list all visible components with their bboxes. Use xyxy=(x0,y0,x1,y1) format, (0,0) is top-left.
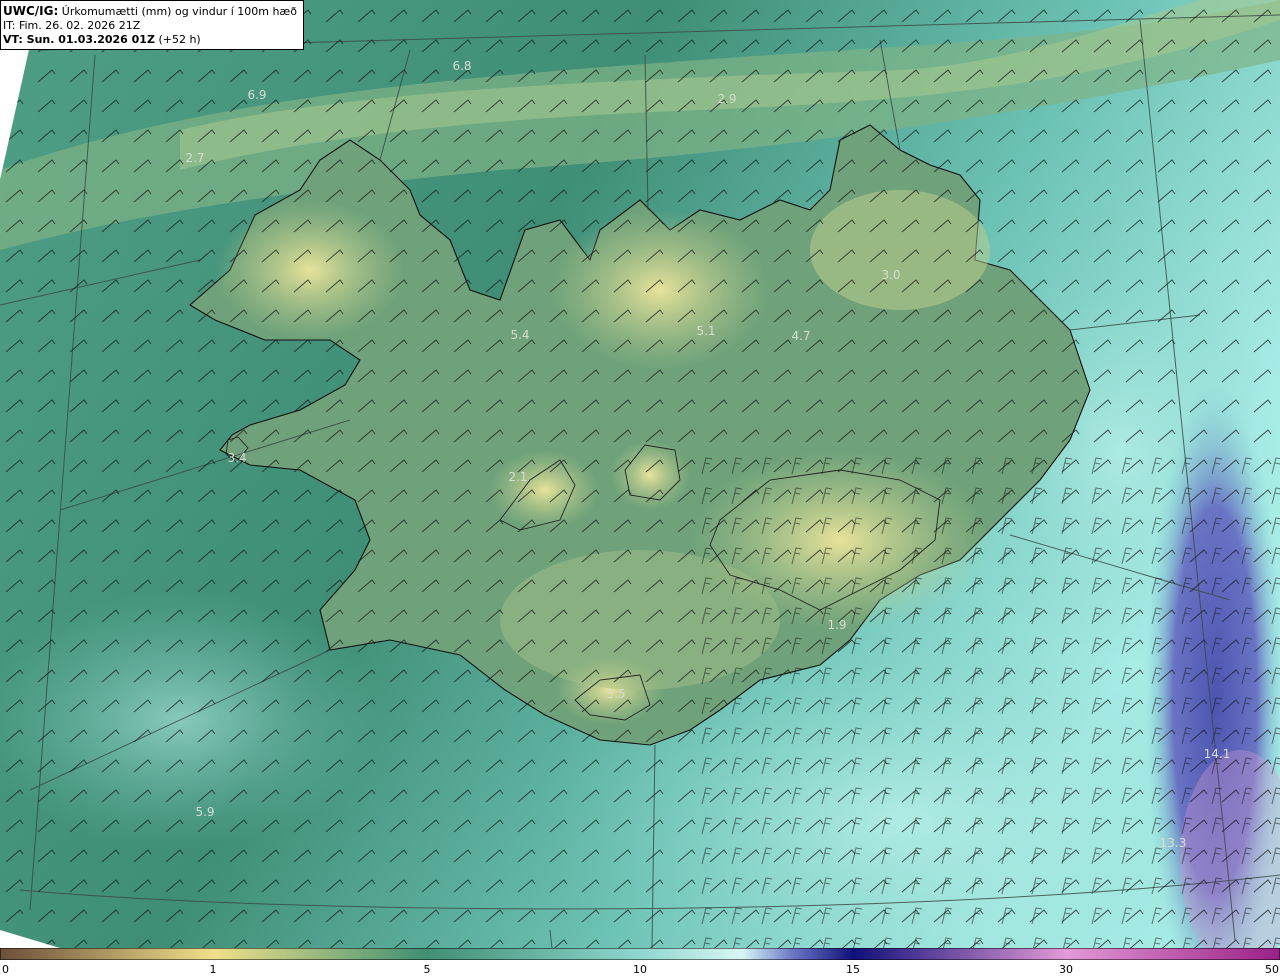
precipitation-wind-map xyxy=(0,0,1280,948)
valid-time: VT: Sun. 01.03.2026 01Z xyxy=(3,33,155,46)
map-header: UWC/IG: Úrkomumætti (mm) og vindur í 100… xyxy=(0,0,304,50)
value-label: 14.1 xyxy=(1203,747,1231,761)
init-time: IT: Fim. 26. 02. 2026 21Z xyxy=(3,19,141,32)
colorbar-tick: 0 xyxy=(2,963,9,976)
colorbar-tick: 5 xyxy=(423,963,431,976)
value-label: 3.4 xyxy=(227,451,247,465)
value-label: 2.1 xyxy=(508,470,528,484)
value-label: 5.1 xyxy=(696,324,716,338)
colorbar-tick: 15 xyxy=(846,963,860,976)
value-label: 5.9 xyxy=(195,805,215,819)
colorbar-ticks: 0 1 5 10 15 30 50 xyxy=(0,960,1280,978)
value-label: 4.7 xyxy=(791,329,811,343)
colorbar-tick: 1 xyxy=(209,963,217,976)
value-label: 2.7 xyxy=(185,151,205,165)
map-title: Úrkomumætti (mm) og vindur í 100m hæð xyxy=(61,5,297,18)
colorbar-tick: 50 xyxy=(1265,963,1279,976)
value-label: 3.0 xyxy=(881,268,901,282)
model-name: UWC/IG: xyxy=(3,4,59,18)
value-label: 13.3 xyxy=(1159,836,1187,850)
value-label: 2.9 xyxy=(717,92,737,106)
value-label: 6.8 xyxy=(452,59,472,73)
value-label: 1.9 xyxy=(827,618,847,632)
lead-time: (+52 h) xyxy=(158,33,201,46)
colorbar-tick: 10 xyxy=(633,963,647,976)
colorbar-tick: 30 xyxy=(1059,963,1073,976)
value-label: 5.5 xyxy=(606,687,626,701)
value-label: 6.9 xyxy=(247,88,267,102)
value-label: 5.4 xyxy=(510,328,530,342)
colorbar xyxy=(0,948,1280,960)
